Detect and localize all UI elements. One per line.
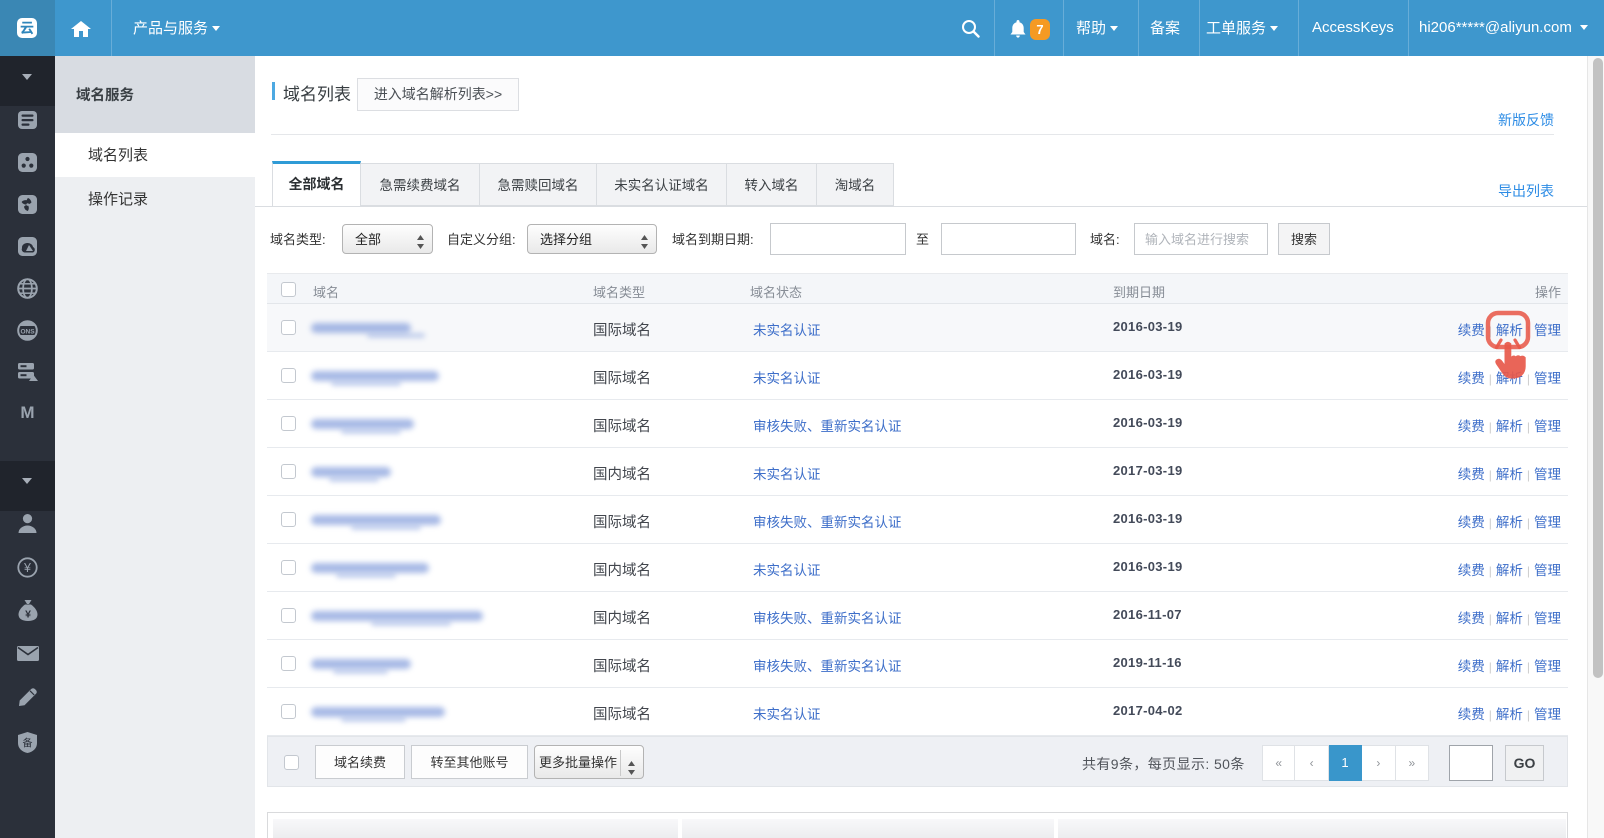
svg-text:¥: ¥ xyxy=(23,561,31,575)
svg-text:ONS: ONS xyxy=(20,329,35,336)
svg-text:备: 备 xyxy=(23,735,33,750)
svg-text:¥: ¥ xyxy=(25,609,31,621)
